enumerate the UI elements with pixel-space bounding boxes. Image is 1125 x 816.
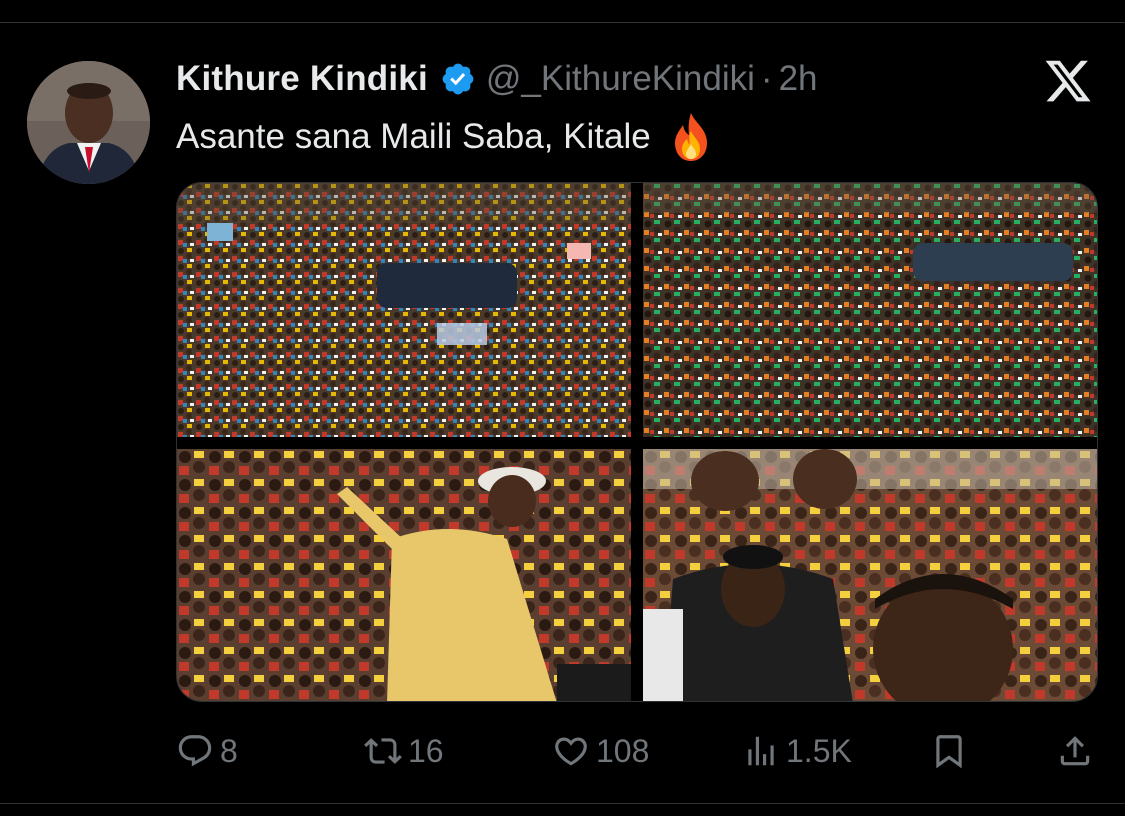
repost-button[interactable]: 16 [364,724,444,778]
bookmark-icon [936,735,962,769]
views-button[interactable]: 1.5K [742,724,852,778]
x-logo-icon[interactable] [1043,56,1093,106]
like-count: 108 [596,732,650,769]
supporters-photo[interactable] [643,449,1097,701]
reply-count: 8 [220,732,238,769]
speaker-photo[interactable] [177,449,631,701]
crowd-photo-2[interactable] [643,183,1097,437]
tweet-timestamp[interactable]: 2h [779,59,818,99]
media-grid [176,182,1098,702]
tweet-text-line: Asante sana Maili Saba, Kitale [176,111,713,163]
author-avatar[interactable] [27,61,150,184]
share-icon [1060,736,1090,766]
share-button[interactable] [1056,724,1094,778]
repost-count: 16 [408,732,444,769]
heart-icon [555,737,587,766]
author-handle[interactable]: @_KithureKindiki [486,59,755,99]
analytics-icon [748,736,774,766]
author-name[interactable]: Kithure Kindiki [176,59,428,99]
repost-icon [364,738,402,764]
bookmark-button[interactable] [930,724,968,778]
reply-button[interactable]: 8 [176,724,238,778]
separator-dot: · [760,59,773,98]
views-count: 1.5K [786,732,852,769]
fire-emoji-icon [669,111,713,163]
tweet-text: Asante sana Maili Saba, Kitale [176,117,651,156]
reply-icon [178,735,212,767]
like-button[interactable]: 108 [552,724,649,778]
crowd-photo-1[interactable] [177,183,631,437]
tweet-header: Kithure Kindiki @_KithureKindiki · 2h [176,56,818,102]
verified-badge-icon [440,61,476,97]
bottom-divider [0,803,1125,804]
tweet-action-bar: 8 16 108 1.5K [176,724,1096,778]
top-divider [0,22,1125,23]
